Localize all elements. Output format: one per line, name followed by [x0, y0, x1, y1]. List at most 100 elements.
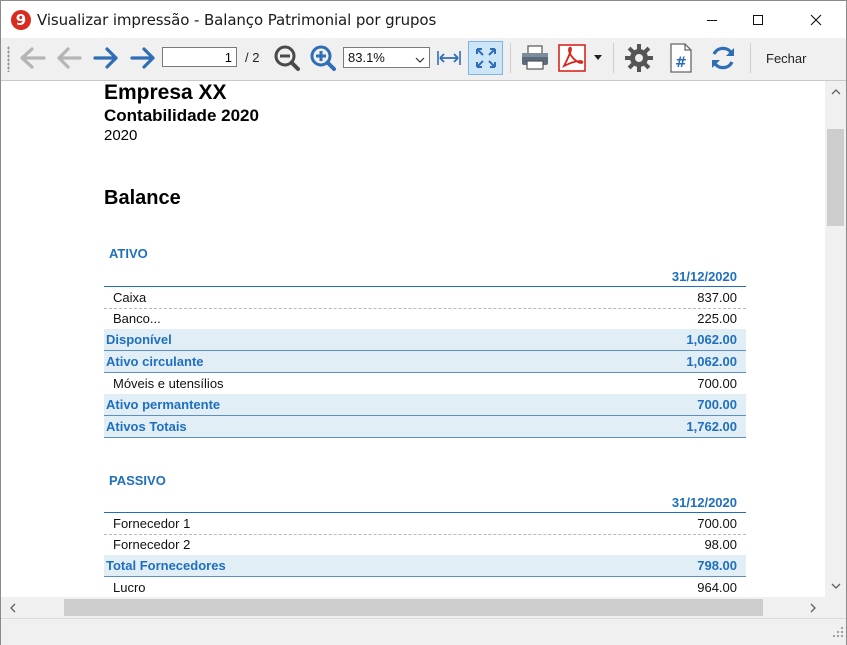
table-row: Fornecedor 2 98.00 [104, 534, 746, 556]
report-heading: Balance [104, 187, 181, 209]
table-row: Móveis e utensílios 700.00 [104, 373, 746, 395]
report-subtitle: Contabilidade 2020 [104, 106, 259, 125]
gear-icon [625, 44, 653, 72]
report-year: 2020 [104, 127, 138, 144]
row-amount: 700.00 [697, 397, 737, 412]
row-label: Ativos Totais [106, 419, 187, 434]
toolbar-separator [750, 43, 751, 73]
row-amount: 700.00 [697, 376, 737, 391]
print-icon [522, 45, 548, 70]
vertical-scrollbar[interactable] [825, 81, 846, 597]
scrollbar-corner [825, 597, 846, 618]
caret-down-icon [594, 55, 602, 60]
fit-width-button[interactable] [433, 42, 465, 74]
row-label: Ativo permantente [106, 397, 221, 412]
previous-page-button[interactable] [53, 42, 85, 74]
last-page-icon [130, 47, 155, 69]
total-row: Ativo circulante 1,062.00 [104, 351, 746, 373]
date-header: 31/12/2020 [671, 495, 737, 510]
row-amount: 225.00 [697, 311, 737, 326]
title-bar: 9 Visualizar impressão - Balanço Patrimo… [1, 1, 846, 38]
table-row: Banco... 225.00 [104, 308, 746, 330]
toolbar-separator [510, 43, 511, 73]
zoom-select[interactable]: 83.1% [343, 47, 430, 68]
total-row: Ativos Totais 1,762.00 [104, 416, 746, 438]
settings-button[interactable] [623, 42, 655, 74]
next-page-button[interactable] [90, 42, 122, 74]
next-page-icon [93, 47, 118, 69]
export-menu-button[interactable] [590, 42, 606, 74]
table-row: Lucro 964.00 [104, 577, 746, 597]
scroll-down-icon[interactable] [829, 580, 842, 593]
horizontal-scroll-thumb[interactable] [64, 599, 763, 616]
row-label: Móveis e utensílios [113, 376, 224, 391]
row-amount: 1,762.00 [686, 419, 737, 434]
svg-text:#: # [675, 55, 687, 71]
fit-page-button[interactable] [468, 41, 503, 75]
close-icon [810, 14, 822, 25]
row-label: Ativo circulante [106, 354, 204, 369]
row-amount: 98.00 [704, 537, 737, 552]
zoom-in-button[interactable] [307, 42, 339, 74]
preview-window: 9 Visualizar impressão - Balanço Patrimo… [0, 0, 847, 645]
row-amount: 964.00 [697, 580, 737, 595]
row-label: Caixa [113, 290, 147, 305]
print-preview-area[interactable]: Empresa XX Contabilidade 2020 2020 Balan… [1, 81, 825, 597]
row-amount: 1,062.00 [686, 354, 737, 369]
row-amount: 1,062.00 [686, 332, 737, 347]
total-row: Disponível 1,062.00 [104, 329, 746, 351]
refresh-icon [712, 46, 734, 70]
toolbar-separator [613, 43, 614, 73]
status-bar [1, 618, 846, 645]
fit-width-icon [437, 51, 461, 65]
scroll-up-icon[interactable] [829, 85, 842, 98]
column-header: 31/12/2020 [104, 266, 746, 287]
refresh-button[interactable] [707, 42, 739, 74]
toolbar-grip[interactable] [7, 46, 10, 72]
total-row: Total Fornecedores 798.00 [104, 555, 746, 577]
total-row: Ativo permantente 700.00 [104, 394, 746, 416]
app-logo-icon: 9 [10, 9, 32, 31]
maximize-button[interactable] [735, 1, 781, 38]
page-total-label: / 2 [245, 50, 260, 65]
table-row: Caixa 837.00 [104, 287, 746, 309]
first-page-icon [20, 47, 46, 69]
close-preview-button[interactable]: Fechar [766, 51, 806, 66]
page-number-input[interactable] [162, 47, 237, 67]
row-label: Disponível [106, 332, 172, 347]
vertical-scroll-thumb[interactable] [827, 129, 844, 226]
section-title-passivo: PASSIVO [109, 473, 166, 488]
print-button[interactable] [519, 42, 551, 74]
column-header: 31/12/2020 [104, 492, 746, 513]
window-title: Visualizar impressão - Balanço Patrimoni… [37, 11, 437, 29]
zoom-value: 83.1% [348, 50, 385, 65]
zoom-in-icon [310, 45, 336, 71]
row-label: Banco... [113, 311, 161, 326]
first-page-button[interactable] [17, 42, 49, 74]
zoom-out-icon [274, 45, 300, 71]
section-title-ativo: ATIVO [109, 246, 148, 261]
last-page-button[interactable] [127, 42, 159, 74]
minimize-button[interactable] [689, 1, 735, 38]
previous-page-icon [57, 47, 82, 69]
row-label: Fornecedor 2 [113, 537, 191, 552]
scroll-right-icon[interactable] [807, 601, 820, 614]
scroll-left-icon[interactable] [6, 601, 19, 614]
row-amount: 700.00 [697, 516, 737, 531]
chevron-down-icon [415, 52, 425, 70]
row-label: Fornecedor 1 [113, 516, 191, 531]
row-amount: 798.00 [697, 558, 737, 573]
close-window-button[interactable] [793, 1, 839, 38]
row-amount: 837.00 [697, 290, 737, 305]
page-number-button[interactable]: # [665, 42, 697, 74]
page-number-icon: # [670, 43, 692, 73]
zoom-out-button[interactable] [271, 42, 303, 74]
horizontal-scrollbar[interactable] [1, 597, 825, 618]
row-label: Total Fornecedores [106, 558, 226, 573]
resize-grip-icon[interactable] [833, 624, 843, 642]
date-header: 31/12/2020 [671, 269, 737, 284]
report-company: Empresa XX [104, 81, 227, 104]
export-pdf-button[interactable] [556, 42, 588, 74]
minimize-icon [707, 19, 717, 21]
svg-text:9: 9 [16, 11, 26, 29]
